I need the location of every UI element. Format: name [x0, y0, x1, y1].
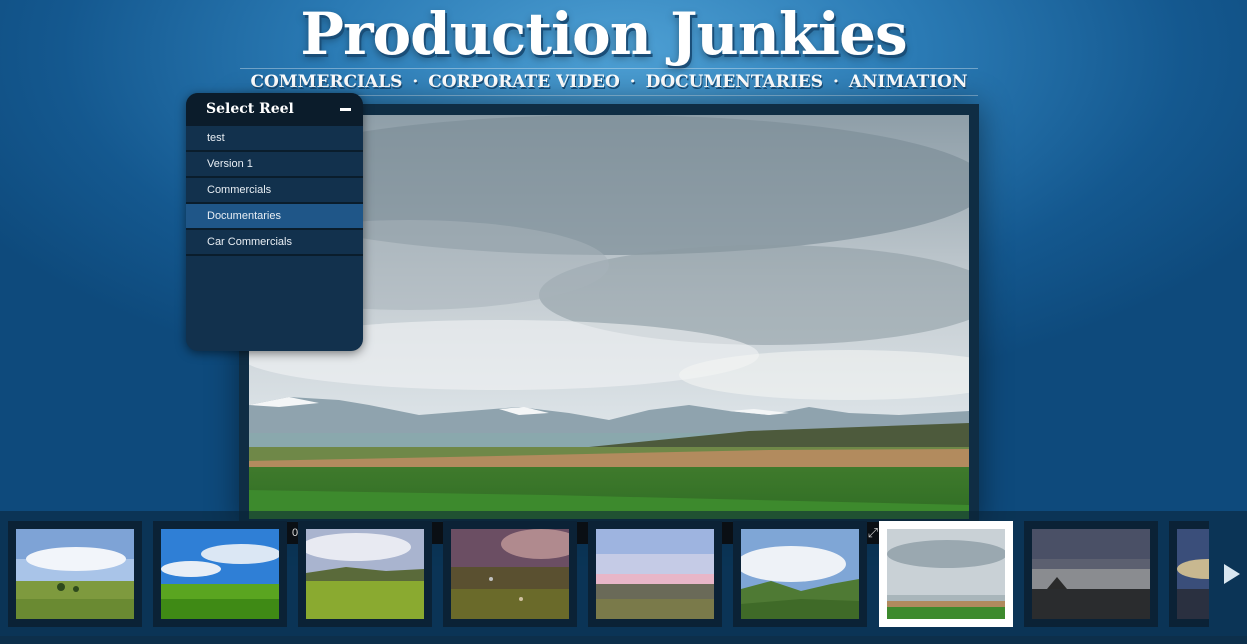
nav-separator: · [629, 72, 636, 92]
thumbnail-item[interactable] [443, 521, 577, 627]
select-reel-header[interactable]: Select Reel [186, 93, 363, 126]
thumbnail-item-selected[interactable] [879, 521, 1013, 627]
reel-item-test[interactable]: test [186, 126, 363, 152]
collapse-minus-icon[interactable] [340, 108, 351, 111]
thumbnail-image [306, 529, 424, 619]
reel-list: test Version 1 Commercials Documentaries… [186, 126, 363, 256]
reel-item-documentaries[interactable]: Documentaries [186, 204, 363, 230]
thumbnail-image [887, 529, 1005, 619]
select-reel-title: Select Reel [206, 101, 294, 117]
thumbnail-image [596, 529, 714, 619]
thumbnail-item[interactable] [8, 521, 142, 627]
thumbnail-image [451, 529, 569, 619]
bottom-bar [0, 636, 1247, 644]
nav-separator: · [832, 72, 839, 92]
thumbnail-item[interactable] [1169, 521, 1209, 627]
thumbnail-image [1177, 529, 1209, 619]
main-nav: COMMERCIALS · CORPORATE VIDEO · DOCUMENT… [240, 68, 978, 96]
thumbnail-item[interactable] [588, 521, 722, 627]
select-reel-panel: Select Reel test Version 1 Commercials D… [186, 93, 363, 351]
thumbnail-image [16, 529, 134, 619]
thumbnail-image [161, 529, 279, 619]
thumbnail-item[interactable] [298, 521, 432, 627]
thumbnail-item[interactable] [153, 521, 287, 627]
thumbnail-image [1032, 529, 1150, 619]
reel-item-car-commercials[interactable]: Car Commercials [186, 230, 363, 256]
nav-commercials[interactable]: COMMERCIALS [250, 72, 402, 92]
nav-corporate-video[interactable]: CORPORATE VIDEO [428, 72, 620, 92]
reel-item-version-1[interactable]: Version 1 [186, 152, 363, 178]
nav-animation[interactable]: ANIMATION [849, 72, 968, 92]
thumbnail-image [741, 529, 859, 619]
nav-documentaries[interactable]: DOCUMENTARIES [646, 72, 823, 92]
thumbnail-carousel [8, 521, 1209, 627]
reel-item-commercials[interactable]: Commercials [186, 178, 363, 204]
thumbnail-item[interactable] [1024, 521, 1158, 627]
play-right-arrow-icon[interactable] [1224, 564, 1240, 584]
site-title: Production Junkies [300, 0, 907, 68]
thumbnail-item[interactable] [733, 521, 867, 627]
nav-separator: · [412, 72, 419, 92]
